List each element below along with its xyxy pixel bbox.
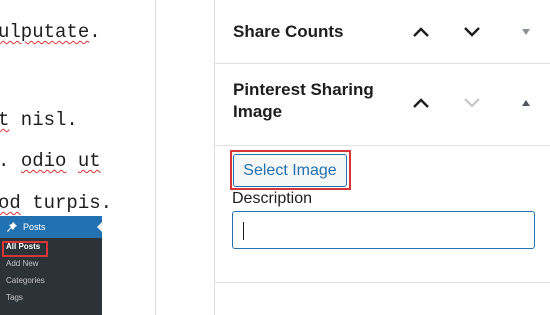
- panel-share-counts: Share Counts: [215, 0, 550, 64]
- toggle-panel-button[interactable]: [516, 93, 536, 113]
- editor-line-2: t nisl.: [0, 109, 78, 131]
- caret-up-icon: [522, 100, 530, 106]
- panel-title-pinterest: Pinterest Sharing Image: [233, 79, 374, 123]
- submenu-add-new[interactable]: Add New: [0, 255, 102, 272]
- text-cursor: [243, 222, 244, 240]
- move-down-button-disabled[interactable]: [462, 93, 482, 113]
- panel-title-line: Image: [233, 102, 283, 121]
- editor-line-3: . odio ut: [0, 150, 101, 172]
- misspelled-word: ut: [77, 150, 101, 172]
- misspelled-word: t: [0, 109, 10, 131]
- chevron-down-icon: [464, 27, 480, 37]
- description-label: Description: [232, 190, 313, 207]
- pushpin-icon: [7, 222, 17, 232]
- move-up-button[interactable]: [411, 22, 431, 42]
- editor-line-4: od turpis.: [0, 192, 112, 214]
- toggle-panel-button[interactable]: [516, 22, 536, 42]
- caret-down-icon: [522, 29, 530, 35]
- highlight-box: [2, 241, 48, 257]
- chevron-down-icon: [464, 98, 480, 108]
- misspelled-word: odio: [20, 150, 67, 172]
- chevron-up-icon: [413, 27, 429, 37]
- panel-pinterest-image: Pinterest Sharing Image: [215, 63, 550, 146]
- panel-divider: [215, 282, 550, 283]
- panel-title-line: Pinterest Sharing: [233, 80, 374, 99]
- description-input[interactable]: [232, 211, 535, 249]
- move-down-button[interactable]: [462, 22, 482, 42]
- editor-text: turpis.: [20, 192, 113, 214]
- misspelled-word: ulputate: [0, 21, 90, 43]
- menu-posts-label: Posts: [23, 222, 46, 232]
- menu-current-indicator: [97, 222, 102, 232]
- editor-text: .: [89, 21, 101, 43]
- move-up-button[interactable]: [411, 93, 431, 113]
- editor-line-1: ulputate.: [0, 21, 101, 43]
- highlight-box: [230, 150, 351, 190]
- panel-title-share-counts: Share Counts: [233, 22, 344, 41]
- chevron-up-icon: [413, 98, 429, 108]
- settings-sidebar: Share Counts Pinterest Sharing Image Sel…: [214, 0, 550, 315]
- submenu-tags[interactable]: Tags: [0, 289, 102, 306]
- editor-text: [66, 150, 77, 172]
- editor-text: nisl.: [9, 109, 78, 131]
- editor-canvas[interactable]: ulputate. t nisl. . odio ut od turpis. P…: [0, 0, 156, 315]
- misspelled-word: od: [0, 192, 21, 214]
- admin-menu-thumbnail: Posts All Posts Add New Categories Tags: [0, 216, 102, 315]
- menu-posts-header[interactable]: Posts: [0, 216, 102, 238]
- submenu-categories[interactable]: Categories: [0, 272, 102, 289]
- editor-text: .: [0, 150, 21, 172]
